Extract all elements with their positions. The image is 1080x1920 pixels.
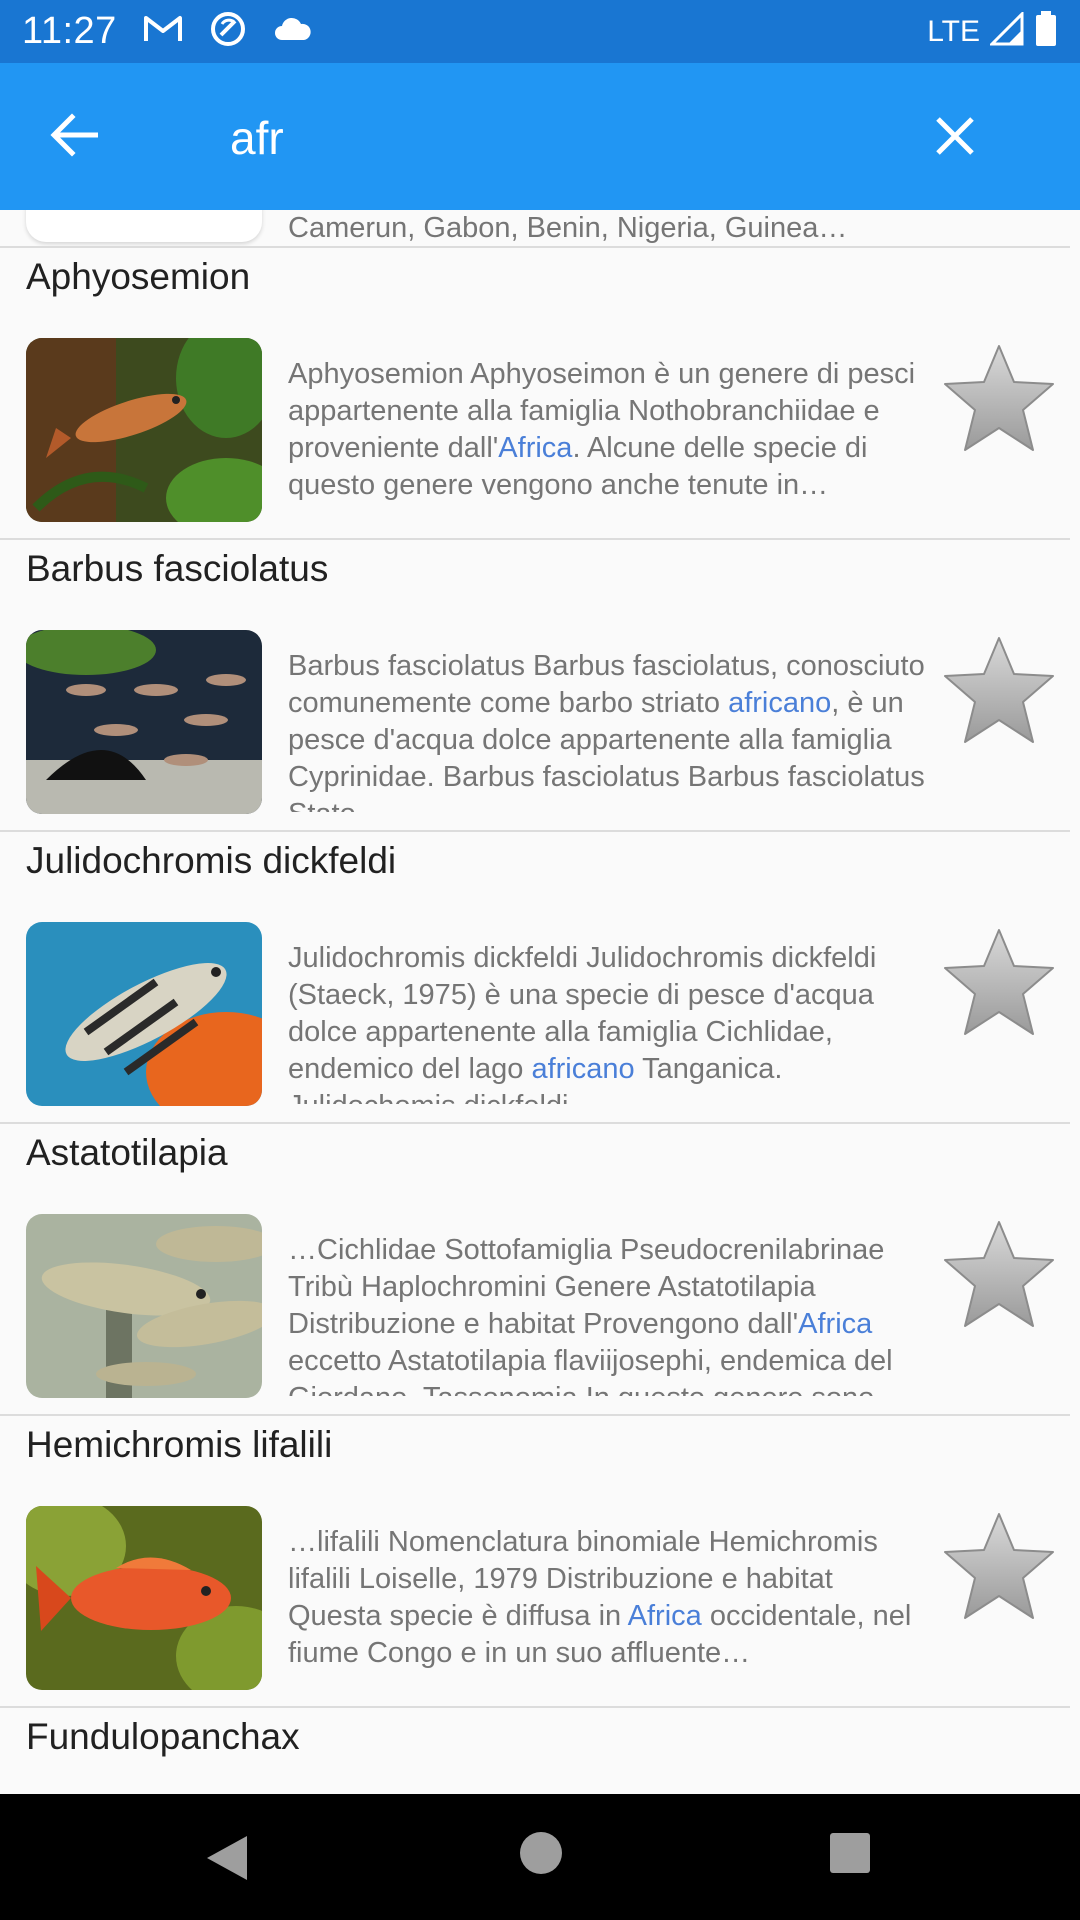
search-match: africano xyxy=(728,687,832,719)
item-description: Barbus fasciolatus Barbus fasciolatus, c… xyxy=(288,648,928,812)
star-icon xyxy=(944,1221,1054,1327)
desc-text: …Cichlidae Sottofamiglia Pseudocrenilabr… xyxy=(288,1234,885,1340)
item-description: Julidochromis dickfeldi Julidochromis di… xyxy=(288,940,928,1104)
item-description: …lifalili Nomenclatura binomiale Hemichr… xyxy=(288,1524,928,1688)
battery-icon xyxy=(1034,11,1058,52)
clear-search-button[interactable] xyxy=(924,105,986,167)
item-description: Camerun, Gabon, Benin, Nigeria, Guinea… xyxy=(288,212,848,244)
favorite-button[interactable] xyxy=(938,632,1060,752)
list-item-partial[interactable]: Camerun, Gabon, Benin, Nigeria, Guinea… xyxy=(0,210,1080,248)
fish-thumbnail xyxy=(26,922,262,1106)
signal-icon xyxy=(988,10,1024,51)
item-title: Barbus fasciolatus xyxy=(26,548,329,589)
favorite-button[interactable] xyxy=(938,1216,1060,1336)
back-button[interactable] xyxy=(44,105,104,165)
list-item[interactable]: Astatotilapia …Cichlidae Sottofamiglia P… xyxy=(0,1124,1080,1416)
arrow-back-icon xyxy=(50,113,98,157)
item-title: Astatotilapia xyxy=(26,1132,228,1173)
status-bar: 11:27 LTE xyxy=(0,0,1080,63)
status-time: 11:27 xyxy=(22,10,117,52)
item-description: Aphyosemion Aphyoseimon è un genere di p… xyxy=(288,356,928,520)
sync-icon xyxy=(209,10,247,53)
results-list[interactable]: Camerun, Gabon, Benin, Nigeria, Guinea… … xyxy=(0,210,1080,1794)
list-item[interactable]: Aphyosemion Aphyosemion Aphyoseimon è un… xyxy=(0,248,1080,540)
search-input[interactable] xyxy=(230,103,880,173)
search-toolbar xyxy=(0,63,1080,210)
fish-thumbnail xyxy=(26,1506,262,1690)
thumbnail xyxy=(26,210,262,242)
nav-back-button[interactable] xyxy=(205,1834,249,1882)
nav-home-button[interactable] xyxy=(520,1832,562,1874)
desc-text: eccetto Astatotilapia flaviijosephi, end… xyxy=(288,1345,893,1396)
item-title: Hemichromis lifalili xyxy=(26,1424,333,1465)
favorite-button[interactable] xyxy=(938,924,1060,1044)
star-icon xyxy=(944,345,1054,451)
fish-thumbnail xyxy=(26,1214,262,1398)
fish-thumbnail xyxy=(26,338,262,522)
list-item[interactable]: Julidochromis dickfeldi Julidochromis di… xyxy=(0,832,1080,1124)
list-item[interactable]: Barbus fasciolatus Barbus fasciolatus Ba… xyxy=(0,540,1080,832)
item-title: Julidochromis dickfeldi xyxy=(26,840,397,881)
favorite-button[interactable] xyxy=(938,1508,1060,1628)
star-icon xyxy=(944,637,1054,743)
close-icon xyxy=(936,117,974,155)
fish-thumbnail xyxy=(26,630,262,814)
search-match: Africa xyxy=(498,432,573,464)
item-description: …Cichlidae Sottofamiglia Pseudocrenilabr… xyxy=(288,1232,928,1396)
cloud-icon xyxy=(273,16,313,47)
list-item[interactable]: Hemichromis lifalili …lifalili Nomenclat… xyxy=(0,1416,1080,1708)
list-item[interactable]: Fundulopanchax xyxy=(0,1708,1080,1794)
network-type: LTE xyxy=(927,14,980,48)
star-icon xyxy=(944,929,1054,1035)
item-title: Aphyosemion xyxy=(26,256,251,297)
search-match: africano xyxy=(531,1053,635,1085)
search-match: Africa xyxy=(627,1600,702,1632)
gmail-icon xyxy=(143,14,183,49)
triangle-back-icon xyxy=(207,1836,247,1880)
item-title: Fundulopanchax xyxy=(26,1716,300,1757)
favorite-button[interactable] xyxy=(938,340,1060,460)
navigation-bar xyxy=(0,1794,1080,1920)
search-match: Africa xyxy=(798,1308,873,1340)
nav-recents-button[interactable] xyxy=(830,1833,870,1873)
star-icon xyxy=(944,1513,1054,1619)
